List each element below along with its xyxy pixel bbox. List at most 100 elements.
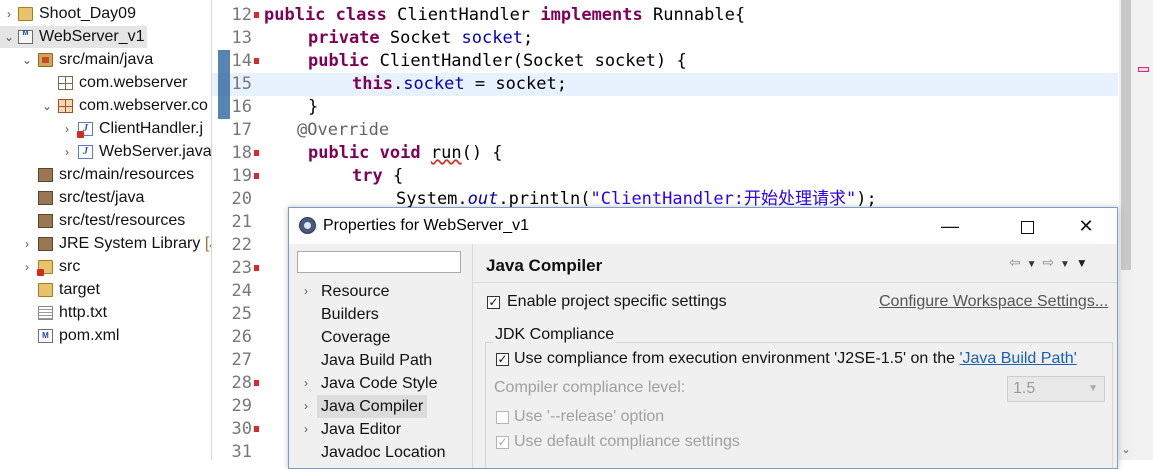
tree-item-src-test-java[interactable]: src/test/java <box>0 187 211 209</box>
java-build-path-link[interactable]: 'Java Build Path' <box>959 350 1076 367</box>
dialog-titlebar[interactable]: Properties for WebServer_v1 — ✕ <box>289 208 1117 244</box>
nav-item-builders[interactable]: Builders <box>321 303 379 326</box>
tree-item-webserver-java[interactable]: › J WebServer.java <box>0 141 211 163</box>
nav-item-java-compiler[interactable]: › Java Compiler <box>304 395 428 418</box>
nav-item-javadoc-location[interactable]: Javadoc Location <box>321 441 446 464</box>
back-menu-icon[interactable]: ▼ <box>1027 259 1038 270</box>
nav-item-label: Java Build Path <box>321 352 433 369</box>
chevron-right-icon[interactable]: › <box>60 141 74 163</box>
code-fragment: .println( <box>498 189 591 209</box>
keyword: class <box>335 5 387 25</box>
field-name: socket <box>403 74 465 94</box>
keyword: void <box>379 143 421 163</box>
tree-item-pom-xml[interactable]: M pom.xml <box>0 325 211 347</box>
enable-specific-checkbox[interactable]: ✓ <box>487 296 500 309</box>
scroll-down-icon[interactable]: ⌄ <box>1119 440 1133 460</box>
tree-item-target[interactable]: target <box>0 279 211 301</box>
code-text: this.socket = socket; <box>352 73 567 96</box>
nav-item-java-code-style[interactable]: › Java Code Style <box>304 372 438 395</box>
line-number: 17 <box>231 120 252 140</box>
code-line: 13 private Socket socket; <box>212 27 1118 50</box>
code-line: 12 public class ClientHandler implements… <box>212 4 1118 27</box>
keyword: public <box>308 143 370 163</box>
tree-item-src-main-resources[interactable]: src/main/resources <box>0 164 211 186</box>
nav-item-label: Java Code Style <box>321 375 438 392</box>
chevron-right-icon[interactable]: › <box>304 395 308 418</box>
filter-input[interactable] <box>297 251 461 273</box>
folder-icon <box>38 283 53 297</box>
tree-item-label: com.webserver.co <box>79 97 208 114</box>
tree-item-webserver-v1[interactable]: ⌄ M WebServer_v1 <box>0 26 147 48</box>
chevron-down-icon[interactable]: ⌄ <box>20 49 34 71</box>
chevron-right-icon[interactable]: › <box>304 372 308 395</box>
keyword: this <box>352 74 393 94</box>
chevron-right-icon[interactable]: › <box>304 418 308 441</box>
compliance-level-select[interactable]: 1.5 ▼ <box>1007 376 1105 402</box>
back-arrow-icon[interactable]: ⇦ <box>1009 254 1022 270</box>
code-fragment: { <box>382 166 404 186</box>
chevron-right-icon[interactable]: › <box>2 3 16 25</box>
ruler-annotation-marker[interactable] <box>1138 67 1149 72</box>
sash-divider[interactable] <box>472 244 473 468</box>
chevron-down-icon[interactable]: ⌄ <box>2 26 16 48</box>
tree-item-shoot-day09[interactable]: › Shoot_Day09 <box>0 3 211 25</box>
chevron-right-icon[interactable]: › <box>20 256 34 278</box>
tree-item-package-error[interactable]: ⌄ com.webserver.co <box>0 95 211 117</box>
group-title: JDK Compliance <box>493 326 617 344</box>
java-file-icon: J <box>77 122 93 138</box>
chevron-down-icon[interactable]: ⌄ <box>40 95 54 117</box>
code-fragment: Runnable{ <box>642 5 746 25</box>
page-navigation: ⇦ ▼ ⇨ ▼ ▼ <box>1009 254 1089 271</box>
tree-item-label: WebServer.java <box>99 143 211 160</box>
chevron-right-icon[interactable]: › <box>20 233 34 255</box>
nav-item-resource[interactable]: › Resource <box>304 280 390 303</box>
line-number: 18 <box>231 143 252 163</box>
line-number: 24 <box>231 281 252 301</box>
tree-item-label: src/main/java <box>59 51 154 68</box>
code-text: private Socket socket; <box>308 27 533 50</box>
forward-arrow-icon[interactable]: ⇨ <box>1042 254 1055 270</box>
minimize-button[interactable]: — <box>927 208 973 244</box>
release-option-label: Use '--release' option <box>514 408 665 425</box>
field-name: out <box>467 189 499 209</box>
dialog-title: Properties for WebServer_v1 <box>323 217 530 234</box>
nav-item-java-editor[interactable]: › Java Editor <box>304 418 401 441</box>
nav-item-label: Builders <box>321 306 379 323</box>
scrollbar-thumb[interactable] <box>1121 0 1131 270</box>
chevron-right-icon[interactable]: › <box>60 118 74 140</box>
keyword: public <box>308 51 370 71</box>
tree-item-http-txt[interactable]: http.txt <box>0 302 211 324</box>
package-error-icon <box>58 99 73 113</box>
maximize-button[interactable] <box>1004 208 1050 244</box>
nav-item-java-build-path[interactable]: Java Build Path <box>321 349 432 372</box>
tree-item-package[interactable]: com.webserver <box>0 72 211 94</box>
default-compliance-checkbox[interactable]: ✓ <box>496 436 509 449</box>
close-button[interactable]: ✕ <box>1063 208 1109 244</box>
configure-workspace-link[interactable]: Configure Workspace Settings... <box>879 293 1108 311</box>
tree-item-jre-library[interactable]: › JRE System Library [J <box>0 233 211 255</box>
tree-item-src[interactable]: › src <box>0 256 211 278</box>
eclipse-icon <box>299 217 316 234</box>
tree-item-clienthandler[interactable]: › J ClientHandler.j <box>0 118 211 140</box>
chevron-right-icon[interactable]: › <box>304 280 308 303</box>
nav-item-label: Resource <box>321 283 390 300</box>
use-compliance-checkbox[interactable]: ✓ <box>496 353 509 366</box>
tree-item-label: src <box>59 258 81 275</box>
use-compliance-text: Use compliance from execution environmen… <box>514 350 960 367</box>
release-option-checkbox[interactable] <box>496 411 509 424</box>
line-number: 25 <box>231 304 252 324</box>
class-name: ClientHandler <box>386 5 541 25</box>
folder-icon <box>37 260 53 276</box>
tree-item-label: src/test/java <box>59 189 145 206</box>
line-number: 19 <box>231 166 252 186</box>
tree-item-src-test-resources[interactable]: src/test/resources <box>0 210 211 232</box>
forward-menu-icon[interactable]: ▼ <box>1060 259 1071 270</box>
keyword: try <box>352 166 383 186</box>
source-folder-icon <box>38 53 53 67</box>
tree-item-src-main-java[interactable]: ⌄ src/main/java <box>0 49 211 71</box>
nav-item-label: Coverage <box>321 329 391 346</box>
error-icon <box>37 269 44 276</box>
view-menu-icon[interactable]: ▼ <box>1076 256 1089 270</box>
resource-folder-icon <box>38 168 53 182</box>
nav-item-coverage[interactable]: Coverage <box>321 326 390 349</box>
